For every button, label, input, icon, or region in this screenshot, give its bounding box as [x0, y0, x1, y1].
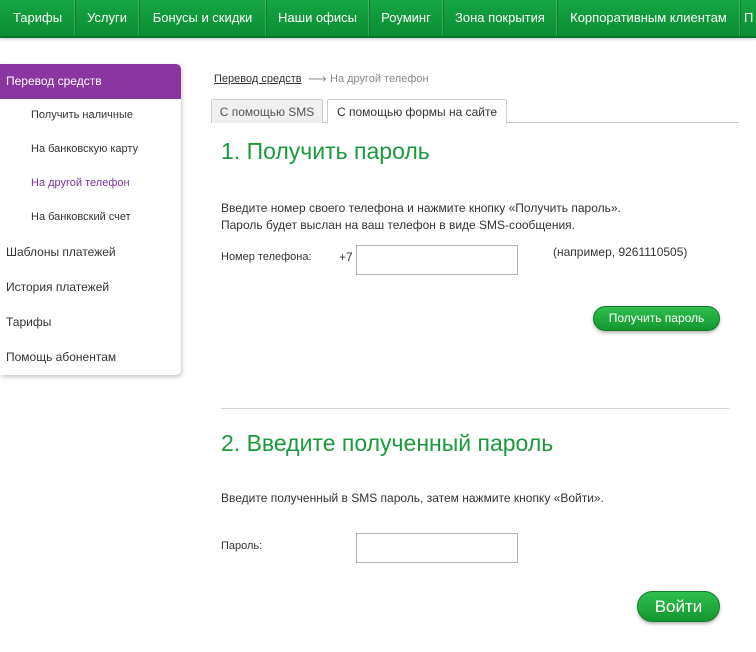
nav-item-bonuses[interactable]: Бонусы и скидки: [139, 0, 267, 36]
breadcrumb-current: На другой телефон: [330, 73, 429, 85]
get-password-button[interactable]: Получить пароль: [593, 306, 720, 331]
breadcrumb-link-money-transfer[interactable]: Перевод средств: [214, 73, 302, 85]
step1-instruction-line2: Пароль будет выслан на ваш телефон в вид…: [221, 218, 575, 232]
nav-item-offices[interactable]: Наши офисы: [266, 0, 370, 36]
sidebar: Перевод средств Получить наличные На бан…: [0, 64, 181, 375]
sidebar-subitem-bank-card[interactable]: На банковскую карту: [31, 143, 138, 155]
nav-item-coverage[interactable]: Зона покрытия: [443, 0, 558, 36]
login-button[interactable]: Войти: [637, 591, 720, 622]
arrow-right-icon: ⟶: [308, 71, 327, 86]
tab-site-form[interactable]: С помощью формы на сайте: [327, 99, 507, 124]
sidebar-item-tariffs[interactable]: Тарифы: [6, 315, 51, 329]
phone-input[interactable]: [356, 245, 518, 275]
nav-item-tariffs[interactable]: Тарифы: [0, 0, 76, 36]
nav-item-corporate[interactable]: Корпоративным клиентам: [557, 0, 741, 36]
step1-title: 1. Получить пароль: [221, 138, 430, 164]
sidebar-item-templates[interactable]: Шаблоны платежей: [6, 245, 116, 259]
sidebar-subitem-other-phone[interactable]: На другой телефон: [31, 177, 130, 189]
sidebar-item-help[interactable]: Помощь абонентам: [6, 350, 116, 364]
step2-title: 2. Введите полученный пароль: [221, 430, 554, 456]
phone-prefix: +7: [339, 250, 353, 264]
phone-label: Номер телефона:: [221, 251, 312, 263]
nav-item-services[interactable]: Услуги: [75, 0, 140, 36]
sidebar-item-money-transfer[interactable]: Перевод средств: [0, 64, 181, 99]
sidebar-subitem-bank-account[interactable]: На банковский счет: [31, 211, 131, 223]
tab-sms[interactable]: С помощью SMS: [211, 99, 323, 123]
password-label: Пароль:: [221, 540, 263, 552]
phone-hint: (например, 9261110505): [553, 245, 688, 259]
nav-item-truncated[interactable]: П: [740, 0, 756, 36]
top-navigation: Тарифы Услуги Бонусы и скидки Наши офисы…: [0, 0, 756, 38]
section-divider: [221, 408, 729, 409]
step2-instruction: Введите полученный в SMS пароль, затем н…: [221, 491, 604, 505]
sidebar-subitem-get-cash[interactable]: Получить наличные: [31, 109, 133, 121]
step1-instruction-line1: Введите номер своего телефона и нажмите …: [221, 201, 621, 215]
password-input[interactable]: [356, 533, 518, 563]
sidebar-item-history[interactable]: История платежей: [6, 280, 109, 294]
nav-item-roaming[interactable]: Роуминг: [369, 0, 444, 36]
